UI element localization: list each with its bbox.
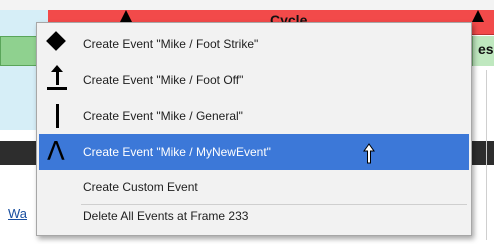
- menu-item-label: Create Event "Mike / Foot Strike": [83, 37, 259, 51]
- event-marker-icon[interactable]: [472, 10, 484, 22]
- right-edge-text: es: [478, 41, 494, 57]
- pointer-cursor-icon: [363, 143, 375, 164]
- menu-item-label: Create Event "Mike / MyNewEvent": [83, 145, 271, 159]
- diamond-icon: [39, 26, 79, 62]
- left-track-segment[interactable]: [0, 36, 38, 66]
- menu-item-create-foot-off[interactable]: Create Event "Mike / Foot Off": [39, 62, 469, 98]
- context-menu: Create Event "Mike / Foot Strike" Create…: [36, 22, 472, 236]
- left-link[interactable]: Wa: [8, 206, 27, 221]
- event-marker-icon[interactable]: [120, 10, 132, 22]
- menu-item-label: Create Event "Mike / General": [83, 109, 243, 123]
- menu-item-create-mynewevent[interactable]: Λ Create Event "Mike / MyNewEvent": [39, 134, 469, 170]
- menu-item-delete-all-events[interactable]: Delete All Events at Frame 233: [39, 198, 469, 234]
- menu-item-label: Delete All Events at Frame 233: [83, 209, 249, 223]
- vertical-line-icon: [39, 98, 79, 134]
- menu-item-label: Create Event "Mike / Foot Off": [83, 73, 244, 87]
- menu-item-create-foot-strike[interactable]: Create Event "Mike / Foot Strike": [39, 26, 469, 62]
- menu-item-label: Create Custom Event: [83, 180, 198, 194]
- lambda-icon: Λ: [47, 137, 65, 167]
- right-divider: [486, 70, 494, 240]
- foot-off-arrow-icon: [39, 62, 79, 98]
- menu-item-create-general[interactable]: Create Event "Mike / General": [39, 98, 469, 134]
- timeline-header: [0, 0, 494, 10]
